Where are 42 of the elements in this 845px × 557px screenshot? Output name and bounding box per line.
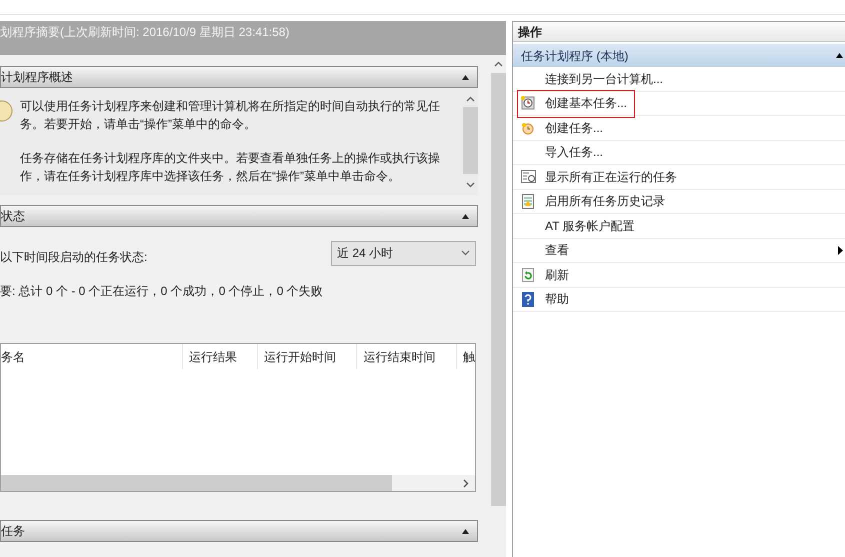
action-item[interactable]: 创建任务... xyxy=(513,116,845,140)
status-summary: 要: 总计 0 个 - 0 个正在运行，0 个成功，0 个停止，0 个失败 xyxy=(0,283,324,300)
action-item[interactable]: 创建基本任务... xyxy=(513,92,845,116)
description-text: 任务存储在任务计划程序库的文件夹中。若要查看单独任务上的操作或执行该操作，请在任务计划程序库中选择该任务，然后在“操作”菜单中单击命令。 xyxy=(20,150,441,185)
action-item[interactable]: 查看 xyxy=(513,238,845,263)
collapse-toggle[interactable] xyxy=(462,214,469,218)
scroll-up-icon[interactable] xyxy=(466,96,475,102)
collapse-toggle[interactable] xyxy=(836,53,843,58)
column-header[interactable]: 运行开始时间 xyxy=(256,344,356,369)
action-item[interactable]: 连接到另一台计算机... xyxy=(513,67,845,92)
help-icon xyxy=(522,292,534,307)
actions-title: 操作 xyxy=(513,22,845,42)
section-title: 任务 xyxy=(1,523,25,540)
action-item[interactable]: 帮助 xyxy=(513,288,845,312)
scroll-up-icon[interactable] xyxy=(494,61,503,67)
column-header[interactable]: 务名 xyxy=(1,344,182,369)
column-header[interactable]: 运行结果 xyxy=(182,344,257,369)
summary-header: 划程序摘要(上次刷新时间: 2016/10/9 星期日 23:41:58) xyxy=(0,21,506,55)
horizontal-scrollbar[interactable] xyxy=(1,475,475,491)
scroll-right-icon[interactable] xyxy=(463,478,469,488)
scrollbar-thumb[interactable] xyxy=(463,107,478,174)
action-item[interactable]: 刷新 xyxy=(513,263,845,288)
list-clock-icon xyxy=(520,170,536,184)
period-label: 以下时间段启动的任务状态: xyxy=(0,249,148,266)
collapse-toggle[interactable] xyxy=(462,528,469,534)
action-item[interactable]: 显示所有正在运行的任务 xyxy=(513,165,845,190)
dropdown-caret-icon xyxy=(461,250,470,256)
column-header[interactable]: 运行结束时间 xyxy=(356,344,456,369)
description-text: 可以使用任务计划程序来创建和管理计算机将在所指定的时间自动执行的常见任务。若要开始，请单击“操作”菜单中的命令。 xyxy=(20,98,441,133)
collapse-toggle[interactable] xyxy=(462,74,469,80)
section-title: 计划程序概述 xyxy=(1,69,73,86)
action-item[interactable]: 启用所有任务历史记录 xyxy=(513,190,845,214)
scroll-down-icon[interactable] xyxy=(466,182,475,188)
scrollbar-thumb[interactable] xyxy=(1,475,392,491)
refresh-icon xyxy=(522,268,534,282)
section-title: 状态 xyxy=(1,208,25,225)
period-dropdown[interactable]: 近 24 小时 xyxy=(331,240,476,266)
column-header[interactable]: 触 xyxy=(456,344,476,369)
group-title: 任务计划程序 (本地) xyxy=(521,48,628,64)
action-item[interactable]: 导入任务... xyxy=(513,140,845,165)
action-item[interactable]: AT 服务帐户配置 xyxy=(513,214,845,238)
document-icon xyxy=(522,194,534,209)
